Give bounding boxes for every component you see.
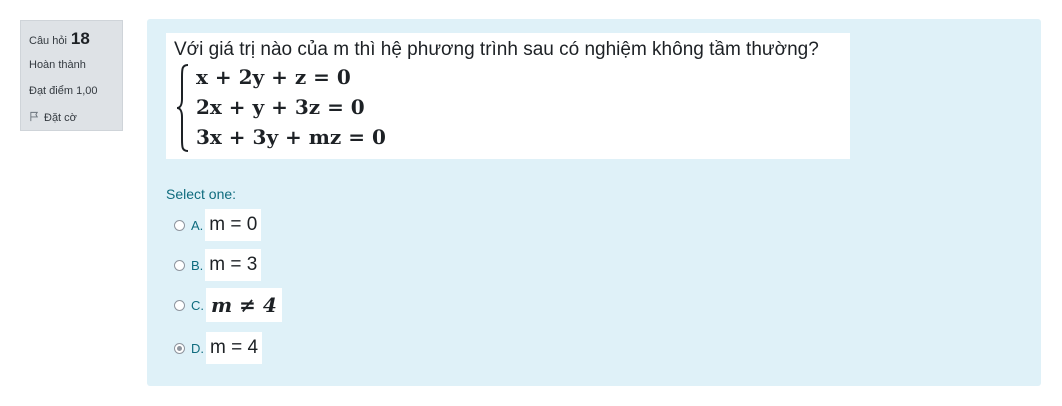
question-text: Với giá trị nào của m thì hệ phương trìn… [174, 39, 819, 60]
question-number: Câu hỏi 18 [29, 29, 114, 49]
question-state: Hoàn thành [29, 59, 86, 71]
answer-option-b[interactable]: B. m = 3 [174, 249, 262, 281]
equation-2: 2x + y + 3z = 0 [196, 95, 365, 119]
option-text: m = 0 [205, 209, 262, 241]
question-info-panel: Câu hỏi 18 Hoàn thành Đạt điểm 1,00 Đặt … [20, 20, 123, 131]
radio-d[interactable] [174, 342, 185, 354]
left-brace [176, 64, 189, 152]
answer-option-d[interactable]: D. m = 4 [174, 332, 263, 364]
option-text: m = 4 [206, 332, 263, 364]
radio-a[interactable] [174, 219, 185, 231]
select-one-prompt: Select one: [166, 186, 237, 202]
option-text: m = 3 [205, 249, 262, 281]
question-prefix: Câu hỏi [29, 35, 67, 47]
radio-c[interactable] [174, 299, 185, 311]
flag-question-button[interactable]: Đặt cờ [29, 111, 114, 125]
question-grade: Đạt điểm 1,00 [29, 85, 98, 97]
option-letter: C. [191, 297, 204, 313]
equation-system: x + 2y + z = 0 2x + y + 3z = 0 3x + 3y +… [174, 63, 842, 155]
option-letter: B. [191, 257, 204, 273]
option-text: m ≠ 4 [206, 288, 282, 322]
radio-b[interactable] [174, 259, 185, 271]
equation-1: x + 2y + z = 0 [196, 65, 351, 89]
question-text-box: Với giá trị nào của m thì hệ phương trìn… [166, 33, 850, 159]
option-letter: D. [191, 340, 204, 356]
option-letter: A. [191, 217, 204, 233]
equation-3: 3x + 3y + mz = 0 [196, 125, 386, 149]
flag-label: Đặt cờ [44, 112, 77, 124]
question-number-value: 18 [70, 29, 90, 48]
answer-option-a[interactable]: A. m = 0 [174, 209, 262, 241]
question-content: Với giá trị nào của m thì hệ phương trìn… [147, 19, 1041, 386]
answer-option-c[interactable]: C. m ≠ 4 [174, 288, 282, 322]
flag-icon [29, 111, 40, 125]
equation-list: x + 2y + z = 0 2x + y + 3z = 0 3x + 3y +… [196, 63, 386, 153]
